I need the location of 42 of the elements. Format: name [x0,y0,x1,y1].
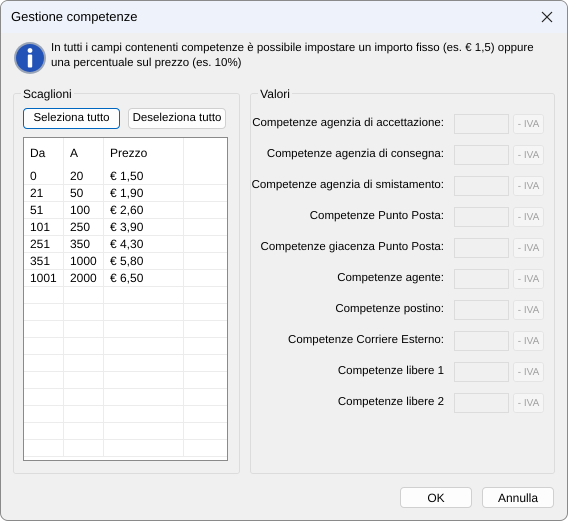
field-label: Competenze libere 1 [338,364,444,380]
table-cell: 2000 [64,270,104,286]
table-cell: € 6,50 [104,270,184,286]
field-label: Competenze agenzia di accettazione: [252,116,444,132]
info-message: In tutti i campi contenenti competenze è possibile impostare un importo fisso (es. € 1,5) oppure una percentuale sul prezzo (es. 10%) [51,41,535,71]
field-label: Competenze postino: [335,302,444,318]
table-cell: € 4,30 [104,236,184,252]
table-cell: 20 [64,168,104,184]
table-cell: 0 [24,168,64,184]
dialog-button[interactable]: Annulla [482,487,554,508]
field-label: Competenze Corriere Esterno: [288,333,444,348]
column-header[interactable]: A [64,138,104,168]
table-cell: € 1,90 [104,185,184,201]
select-button[interactable]: Seleziona tutto [23,108,120,129]
field-label: Competenze agenzia di consegna: [266,147,444,162]
table-cell: 51 [24,202,64,218]
table-cell: 1001 [24,270,64,286]
field-label: Competenze agente: [337,271,444,286]
column-header[interactable]: Da [24,138,64,168]
field-label: Competenze libere 2 [338,395,444,410]
select-button[interactable]: Deseleziona tutto [128,108,226,129]
window-title: Gestione competenze [11,8,138,26]
table-cell: 21 [24,185,64,201]
table-cell: 100 [64,202,104,218]
column-header[interactable]: Prezzo [104,138,184,168]
table-cell: € 5,80 [104,253,184,269]
close-icon [541,11,553,23]
table-cell: 250 [64,219,104,235]
table-cell: € 3,90 [104,219,184,235]
dialog-button[interactable]: OK [400,487,472,508]
table-cell: 50 [64,185,104,201]
field-label: Competenze giacenza Punto Posta: [260,240,444,256]
table-cell: 1000 [64,253,104,269]
info-icon [13,41,47,75]
field-label: Competenze Punto Posta: [310,209,444,224]
table-cell: € 1,50 [104,168,184,184]
table-cell: 351 [24,253,64,269]
table-cell: 350 [64,236,104,252]
table-cell: € 2,60 [104,202,184,218]
table-cell: 251 [24,236,64,252]
field-label: Competenze agenzia di smistamento: [252,178,444,194]
table-cell: 101 [24,219,64,235]
